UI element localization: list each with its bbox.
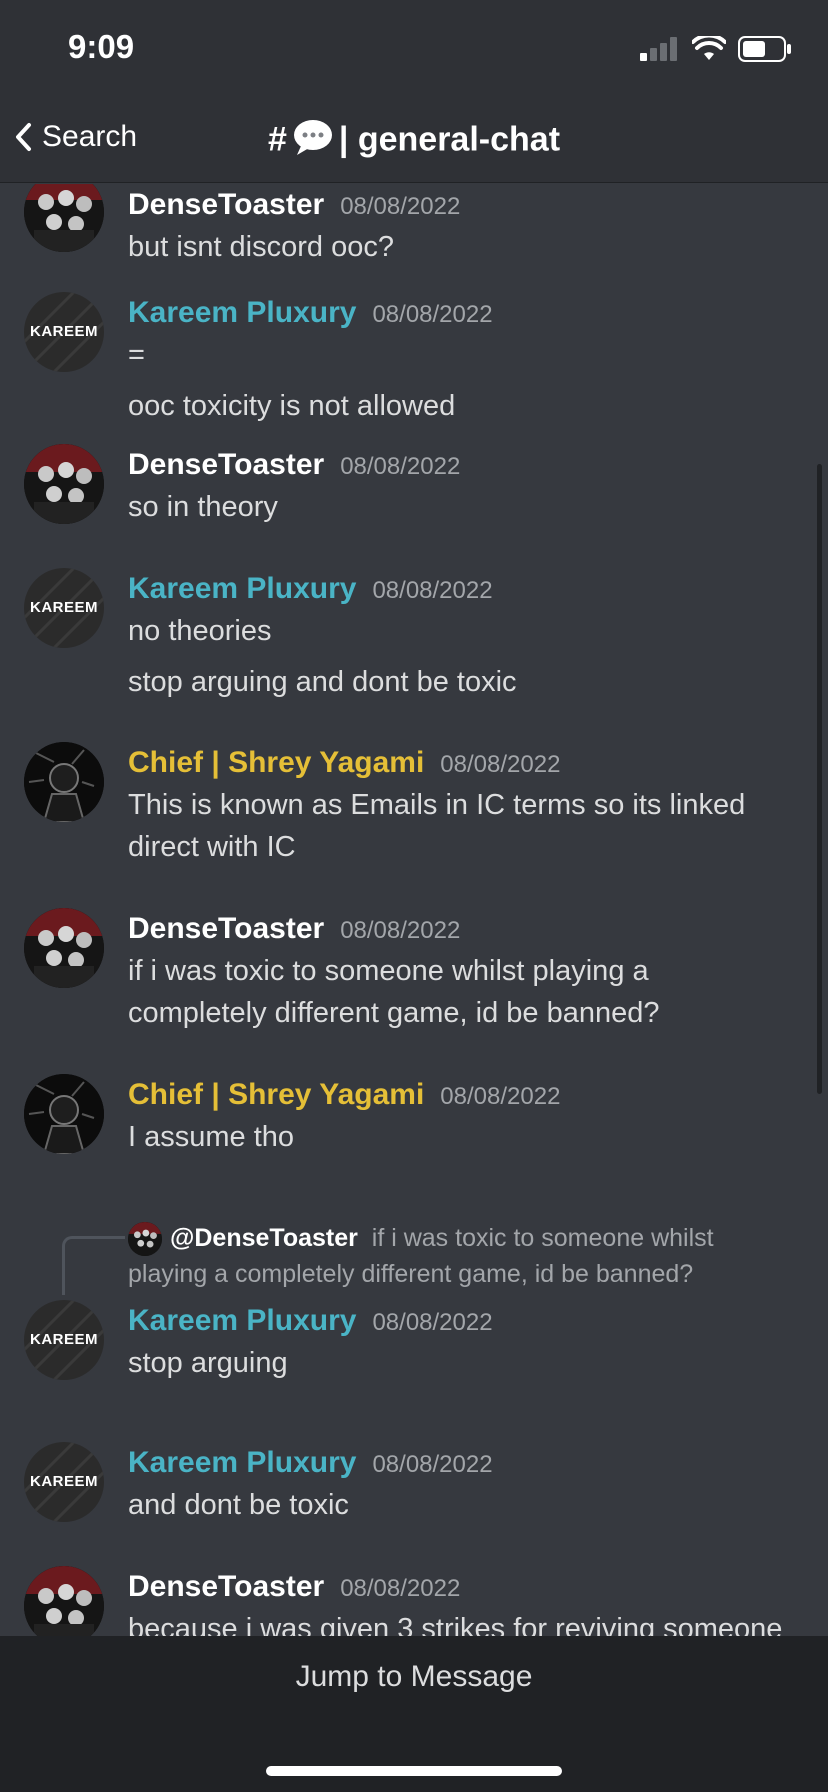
wifi-icon xyxy=(692,36,726,60)
scrollbar[interactable] xyxy=(817,464,822,1094)
timestamp: 08/08/2022 xyxy=(440,751,561,778)
message-text: ooc toxicity is not allowed xyxy=(128,390,456,422)
timestamp: 08/08/2022 xyxy=(372,301,493,328)
jump-to-message-button[interactable]: Jump to Message xyxy=(0,1660,828,1694)
status-time: 9:09 xyxy=(68,28,135,65)
author-name[interactable]: Kareem Pluxury xyxy=(128,296,356,330)
message-text: so in theory xyxy=(128,491,278,523)
message-text: This is known as Emails in IC terms so i… xyxy=(128,789,746,863)
avatar[interactable]: KAREEM xyxy=(24,1300,104,1380)
author-name[interactable]: Kareem Pluxury xyxy=(128,1304,356,1338)
channel-title[interactable]: # | general-chat xyxy=(0,118,828,165)
message-list[interactable]: DenseToaster 08/08/2022 but isnt discord… xyxy=(0,184,828,1636)
message-header: Kareem Pluxury 08/08/2022 xyxy=(128,572,493,606)
avatar-text: KAREEM xyxy=(29,1331,98,1348)
avatar[interactable] xyxy=(24,184,104,252)
message-text: = xyxy=(128,339,145,371)
band-photo-icon xyxy=(24,184,104,252)
author-name[interactable]: DenseToaster xyxy=(128,448,324,482)
anime-character-icon xyxy=(24,742,104,822)
home-indicator[interactable] xyxy=(266,1766,562,1776)
avatar[interactable] xyxy=(24,444,104,524)
avatar[interactable] xyxy=(24,742,104,822)
message-header: DenseToaster 08/08/2022 xyxy=(128,448,460,482)
message-text: but isnt discord ooc? xyxy=(128,231,394,263)
message-header: Kareem Pluxury 08/08/2022 xyxy=(128,296,493,330)
avatar[interactable] xyxy=(24,908,104,988)
message-text: and dont be toxic xyxy=(128,1489,349,1521)
anime-character-icon xyxy=(24,1074,104,1154)
cellular-signal-icon xyxy=(640,37,677,61)
speech-bubble-icon xyxy=(293,118,333,165)
band-photo-icon xyxy=(24,444,104,524)
message-header: DenseToaster 08/08/2022 xyxy=(128,188,460,222)
battery-icon xyxy=(738,36,791,62)
timestamp: 08/08/2022 xyxy=(372,1309,493,1336)
message-header: Chief | Shrey Yagami 08/08/2022 xyxy=(128,746,560,780)
avatar[interactable] xyxy=(24,1074,104,1154)
band-photo-icon xyxy=(24,908,104,988)
channel-name: | general-chat xyxy=(338,120,561,159)
message-header: Chief | Shrey Yagami 08/08/2022 xyxy=(128,1078,560,1112)
timestamp: 08/08/2022 xyxy=(440,1083,561,1110)
author-name[interactable]: DenseToaster xyxy=(128,1570,324,1604)
avatar[interactable]: KAREEM xyxy=(24,1442,104,1522)
timestamp: 08/08/2022 xyxy=(340,917,461,944)
avatar[interactable]: KAREEM xyxy=(24,568,104,648)
reply-avatar xyxy=(128,1222,162,1257)
message-header: DenseToaster 08/08/2022 xyxy=(128,912,460,946)
author-name[interactable]: Kareem Pluxury xyxy=(128,1446,356,1480)
message-text: if i was toxic to someone whilst playing… xyxy=(128,955,660,1029)
message-header: DenseToaster 08/08/2022 xyxy=(128,1570,460,1604)
author-name[interactable]: Chief | Shrey Yagami xyxy=(128,1078,424,1112)
message-header: Kareem Pluxury 08/08/2022 xyxy=(128,1446,493,1480)
status-icons xyxy=(640,36,792,62)
channel-header: Search # | general-chat xyxy=(0,100,828,183)
timestamp: 08/08/2022 xyxy=(372,1451,493,1478)
author-name[interactable]: Kareem Pluxury xyxy=(128,572,356,606)
reply-preview[interactable]: @DenseToaster if i was toxic to someone … xyxy=(128,1220,778,1292)
message-header: Kareem Pluxury 08/08/2022 xyxy=(128,1304,493,1338)
reply-mention[interactable]: @DenseToaster xyxy=(170,1224,358,1252)
avatar[interactable] xyxy=(24,1566,104,1636)
avatar-text: KAREEM xyxy=(29,323,98,340)
status-bar: 9:09 xyxy=(0,0,828,100)
message-text: because i was given 3 strikes for revivi… xyxy=(128,1613,783,1636)
message-text: stop arguing and dont be toxic xyxy=(128,666,517,698)
message-text: stop arguing xyxy=(128,1347,288,1379)
timestamp: 08/08/2022 xyxy=(372,577,493,604)
timestamp: 08/08/2022 xyxy=(340,193,461,220)
reply-connector xyxy=(62,1236,125,1295)
avatar-text: KAREEM xyxy=(29,1473,98,1490)
message-text: I assume tho xyxy=(128,1121,295,1153)
author-name[interactable]: DenseToaster xyxy=(128,912,324,946)
timestamp: 08/08/2022 xyxy=(340,1575,461,1602)
author-name[interactable]: DenseToaster xyxy=(128,188,324,222)
avatar[interactable]: KAREEM xyxy=(24,292,104,372)
timestamp: 08/08/2022 xyxy=(340,453,461,480)
avatar-text: KAREEM xyxy=(29,599,98,616)
author-name[interactable]: Chief | Shrey Yagami xyxy=(128,746,424,780)
message-text: no theories xyxy=(128,615,272,647)
band-photo-icon xyxy=(24,1566,104,1636)
channel-prefix: # xyxy=(267,120,287,159)
